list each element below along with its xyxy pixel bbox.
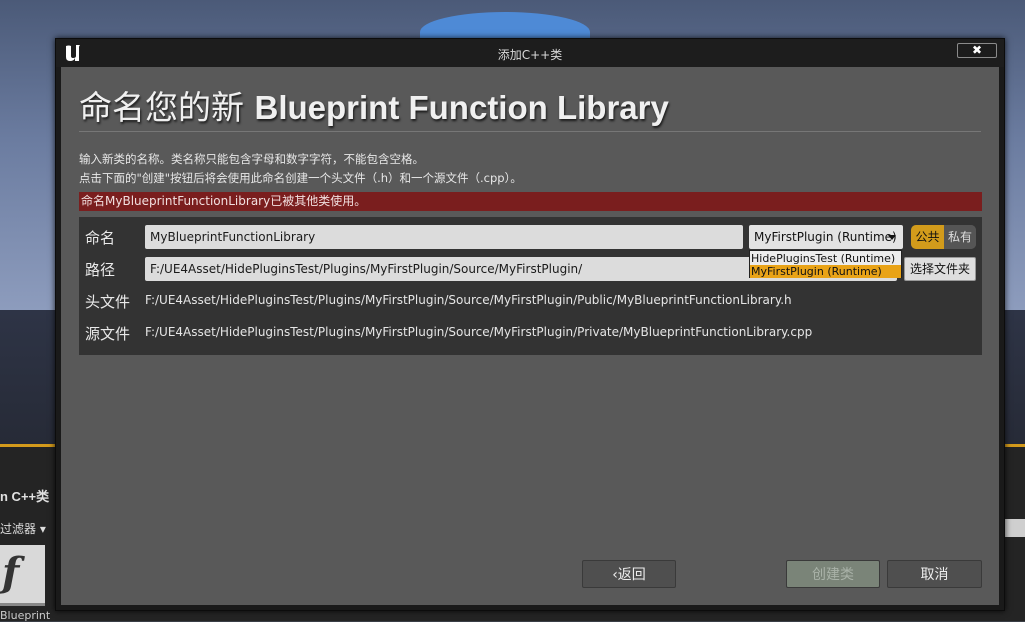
description-line-1: 输入新类的名称。类名称只能包含字母和数字字符，不能包含空格。 (79, 152, 424, 166)
visibility-private-option[interactable]: 私有 (944, 225, 976, 249)
header-file-path: F:/UE4Asset/HidePluginsTest/Plugins/MyFi… (145, 293, 792, 307)
module-dropdown-list: HidePluginsTest (Runtime) MyFirstPlugin … (749, 250, 902, 278)
page-title-class: Blueprint Function Library (254, 89, 669, 126)
function-icon: f (2, 549, 20, 596)
module-select[interactable]: MyFirstPlugin (Runtime) (749, 225, 903, 249)
asset-thumbnail-label: Blueprint (0, 609, 51, 622)
source-file-label: 源文件 (85, 325, 131, 343)
search-field-edge[interactable] (1003, 519, 1025, 537)
dialog-titlebar[interactable]: 添加C++类 ✖ (56, 39, 1004, 67)
create-class-button[interactable]: 创建类 (786, 560, 880, 588)
class-name-input[interactable]: MyBlueprintFunctionLibrary (145, 225, 743, 249)
visibility-toggle[interactable]: 公共 私有 (911, 225, 976, 249)
filter-button[interactable]: 过滤器 ▾ (0, 520, 46, 537)
header-file-label: 头文件 (85, 293, 131, 311)
chevron-down-icon (888, 235, 896, 240)
close-button[interactable]: ✖ (957, 43, 997, 58)
error-message: 命名MyBlueprintFunctionLibrary已被其他类使用。 (79, 192, 982, 211)
description-line-2: 点击下面的"创建"按钮后将会使用此命名创建一个头文件（.h）和一个源文件（.cp… (79, 171, 522, 185)
divider (79, 131, 981, 132)
module-select-value: MyFirstPlugin (Runtime) (754, 230, 897, 244)
dialog-title: 添加C++类 (497, 48, 563, 62)
back-button-label: 返回 (617, 567, 646, 583)
asset-thumbnail[interactable]: f (0, 545, 45, 606)
cancel-button[interactable]: 取消 (887, 560, 982, 588)
dialog-content: 命名您的新 Blueprint Function Library 输入新类的名称… (61, 67, 999, 605)
path-label: 路径 (85, 261, 116, 279)
page-title: 命名您的新 Blueprint Function Library (79, 81, 669, 129)
source-file-path: F:/UE4Asset/HidePluginsTest/Plugins/MyFi… (145, 325, 813, 339)
choose-folder-button[interactable]: 选择文件夹 (904, 257, 976, 281)
module-option-myfirstplugin[interactable]: MyFirstPlugin (Runtime) (750, 265, 901, 278)
page-title-prefix: 命名您的新 (79, 88, 244, 127)
add-cpp-class-dialog: 添加C++类 ✖ 命名您的新 Blueprint Function Librar… (55, 38, 1005, 611)
visibility-public-option[interactable]: 公共 (911, 225, 944, 249)
class-settings-form: 命名 MyBlueprintFunctionLibrary MyFirstPlu… (79, 217, 982, 355)
filter-label: 过滤器 (0, 522, 37, 536)
content-browser-folder-title: n C++类 (0, 489, 50, 504)
name-label: 命名 (85, 229, 116, 247)
back-button[interactable]: ‹返回 (582, 560, 676, 588)
module-option-hidepluginstest[interactable]: HidePluginsTest (Runtime) (750, 252, 901, 265)
